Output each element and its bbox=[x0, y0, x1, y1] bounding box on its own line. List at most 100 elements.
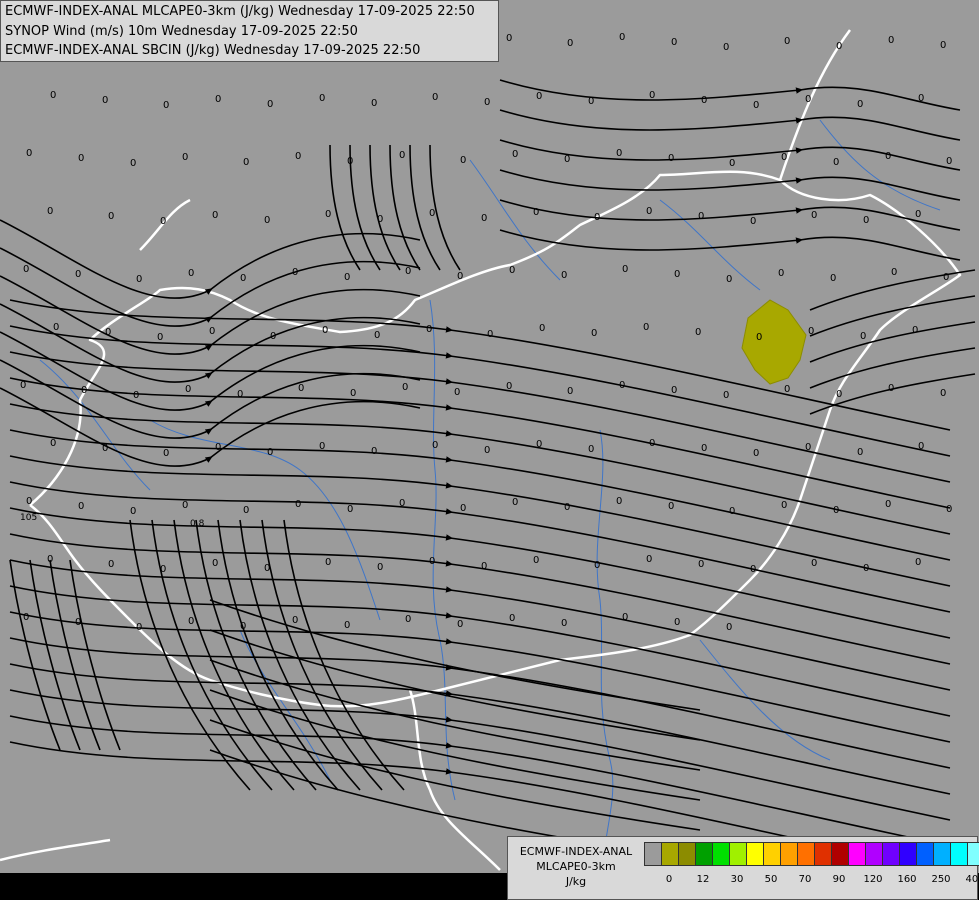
contour-label: 0 bbox=[750, 564, 756, 575]
contour-label: 0 bbox=[750, 216, 756, 227]
contour-label: 0 bbox=[460, 503, 466, 514]
contour-label: 0 bbox=[75, 269, 81, 280]
contour-label: 0 bbox=[481, 213, 487, 224]
contour-label: 0 bbox=[292, 267, 298, 278]
contour-label: 0 bbox=[912, 325, 918, 336]
contour-label: 0 bbox=[649, 438, 655, 449]
legend-swatch bbox=[883, 843, 900, 865]
contour-label: 0 bbox=[344, 272, 350, 283]
contour-label: 0 bbox=[594, 212, 600, 223]
contour-label: 0 bbox=[240, 273, 246, 284]
contour-label: 0 bbox=[863, 215, 869, 226]
contour-label: 0 bbox=[484, 97, 490, 108]
weather-map: 0 0 0 0 0 0 0 0 0 0 0 0 0 0 0 0 0 0 0 0 0 0 0 0 0 0 0 0 0 0 0 0 0 0 0 0 0 0 0 0… bbox=[0, 0, 979, 900]
contour-label: 0 bbox=[723, 390, 729, 401]
contour-label: 0 bbox=[325, 209, 331, 220]
legend-swatch bbox=[832, 843, 849, 865]
contour-label: 0 bbox=[20, 380, 26, 391]
contour-label: 0 bbox=[371, 446, 377, 457]
contour-label: 0 bbox=[891, 267, 897, 278]
contour-label: 0 bbox=[399, 150, 405, 161]
cape-legend: ECMWF-INDEX-ANAL MLCAPE0-3km J/kg 0 12 30 5… bbox=[507, 836, 979, 900]
legend-swatch bbox=[866, 843, 883, 865]
contour-label: 0 bbox=[163, 100, 169, 111]
contour-label: 0 bbox=[484, 445, 490, 456]
contour-label: 0 bbox=[833, 505, 839, 516]
contour-label: 0 bbox=[182, 500, 188, 511]
contour-label: 0 bbox=[457, 271, 463, 282]
contour-label: 0 bbox=[136, 622, 142, 633]
contour-label: 0 bbox=[240, 621, 246, 632]
contour-label: 0 bbox=[619, 32, 625, 43]
contour-label: 0 bbox=[561, 618, 567, 629]
legend-tick-label: 0 bbox=[665, 874, 673, 885]
contour-label: 0 bbox=[649, 90, 655, 101]
contour-label: 0 bbox=[108, 559, 114, 570]
legend-ticks: 0 12 30 50 70 90 120 160 250 400 bbox=[644, 874, 979, 888]
contour-label: 0 bbox=[102, 95, 108, 106]
contour-label: 0 bbox=[784, 384, 790, 395]
legend-swatch bbox=[645, 843, 662, 865]
contour-label: 0 bbox=[805, 442, 811, 453]
contour-label: 0 bbox=[319, 93, 325, 104]
contour-label: 0 bbox=[533, 555, 539, 566]
contour-label: 0 bbox=[564, 502, 570, 513]
contour-label: 0 bbox=[243, 157, 249, 168]
contour-label: 0 bbox=[209, 326, 215, 337]
contour-label: 0 bbox=[723, 42, 729, 53]
contour-label: 0 bbox=[567, 38, 573, 49]
contour-label: 0 bbox=[506, 381, 512, 392]
contour-label: 0 bbox=[918, 441, 924, 452]
contour-label: 0 bbox=[622, 612, 628, 623]
legend-tick-label: 70 bbox=[798, 874, 812, 885]
legend-swatch bbox=[730, 843, 747, 865]
contour-label: 0 bbox=[778, 268, 784, 279]
contour-label: 0 bbox=[671, 385, 677, 396]
contour-label: 0 bbox=[108, 211, 114, 222]
legend-tick-label: 160 bbox=[897, 874, 917, 885]
contour-label: 0 bbox=[888, 383, 894, 394]
contour-label: 0 bbox=[811, 558, 817, 569]
legend-swatch bbox=[968, 843, 979, 865]
contour-label: 0 bbox=[943, 272, 949, 283]
contour-label: 0 bbox=[536, 439, 542, 450]
contour-label: 0 bbox=[47, 206, 53, 217]
contour-label: 0 bbox=[509, 613, 515, 624]
contour-label: 0 bbox=[729, 158, 735, 169]
contour-label: 0 bbox=[267, 447, 273, 458]
contour-label: 0 bbox=[26, 496, 32, 507]
contour-label: 0 bbox=[215, 94, 221, 105]
contour-label: 0 bbox=[102, 443, 108, 454]
contour-label: 0 bbox=[50, 90, 56, 101]
contour-label: 0 bbox=[325, 557, 331, 568]
legend-swatch bbox=[662, 843, 679, 865]
contour-label: 0 bbox=[567, 386, 573, 397]
contour-label: 0 bbox=[726, 622, 732, 633]
contour-label: 0 bbox=[426, 324, 432, 335]
contour-label: 0 bbox=[295, 499, 301, 510]
legend-swatch bbox=[696, 843, 713, 865]
contour-label: 0 bbox=[432, 92, 438, 103]
contour-label: 0 bbox=[264, 563, 270, 574]
contour-label: 0 bbox=[347, 504, 353, 515]
legend-swatch bbox=[798, 843, 815, 865]
contour-label: 0 bbox=[695, 327, 701, 338]
legend-swatch bbox=[764, 843, 781, 865]
contour-label: 0 bbox=[698, 211, 704, 222]
contour-label: 0 bbox=[561, 270, 567, 281]
contour-label: 0 bbox=[860, 331, 866, 342]
contour-label: 0 bbox=[888, 35, 894, 46]
contour-label: 0 bbox=[243, 505, 249, 516]
label-0-8: 0.8 bbox=[190, 519, 205, 529]
contour-label: 0 bbox=[588, 444, 594, 455]
contour-label: 0 bbox=[594, 560, 600, 571]
contour-label: 0 bbox=[454, 387, 460, 398]
legend-tick-label: 50 bbox=[764, 874, 778, 885]
contour-label: 0 bbox=[811, 210, 817, 221]
contour-label: 0 bbox=[918, 93, 924, 104]
contour-label: 0 bbox=[487, 329, 493, 340]
contour-label: 0 bbox=[885, 151, 891, 162]
contour-label: 0 bbox=[836, 41, 842, 52]
contour-label: 0 bbox=[133, 390, 139, 401]
contour-label: 0 bbox=[646, 206, 652, 217]
